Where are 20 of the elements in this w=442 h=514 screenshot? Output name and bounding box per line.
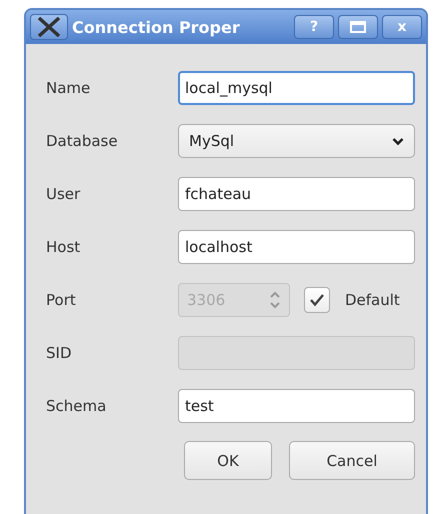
database-dropdown[interactable]: MySql — [178, 124, 415, 158]
field-label: Database — [46, 132, 119, 150]
ok-button[interactable]: OK — [184, 441, 272, 480]
text-field[interactable]: localhost — [178, 230, 415, 264]
maximize-button[interactable] — [338, 15, 378, 39]
window-title: Connection Proper — [72, 18, 241, 36]
text-field[interactable]: local_mysql — [178, 71, 415, 105]
field-label: Schema — [46, 397, 108, 415]
field-label: Port — [46, 291, 77, 309]
field-label: User — [46, 185, 82, 203]
app-logo-icon — [30, 14, 68, 40]
chevron-down-icon — [392, 136, 404, 146]
cancel-button[interactable]: Cancel — [289, 441, 415, 480]
text-field[interactable]: test — [178, 389, 415, 423]
maximize-icon — [350, 21, 366, 33]
field-label: Host — [46, 238, 82, 256]
field-label: SID — [46, 344, 72, 362]
field-label: Name — [46, 79, 92, 97]
checkmark-icon — [309, 293, 325, 307]
text-field[interactable]: fchateau — [178, 177, 415, 211]
